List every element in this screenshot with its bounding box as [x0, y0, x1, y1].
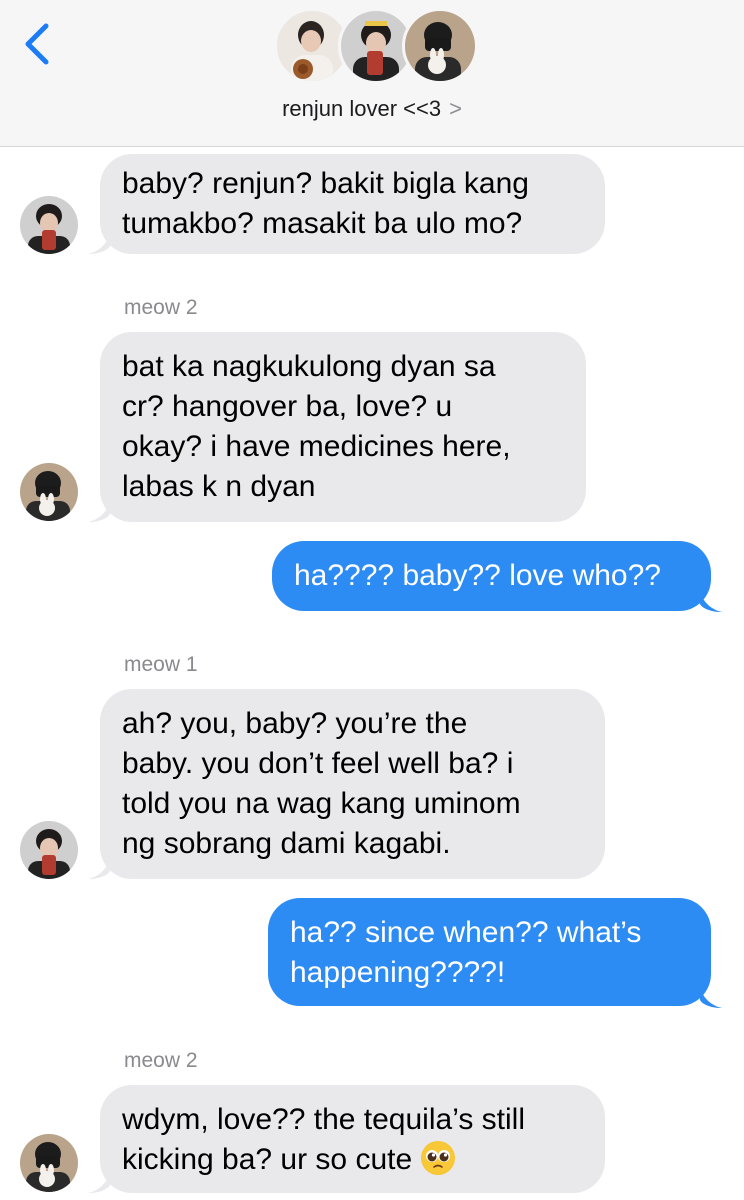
group-avatars[interactable]	[274, 8, 478, 88]
message-line: told you na wag kang uminom	[122, 787, 521, 820]
outgoing-message-bubble[interactable]: ha???? baby?? love who??	[272, 541, 711, 611]
conversation-title[interactable]: renjun lover <<3 >	[0, 96, 744, 122]
incoming-message-bubble[interactable]: baby? renjun? bakit bigla kang tumakbo? …	[100, 154, 605, 254]
message-line: ah? you, baby? you’re the	[122, 707, 468, 740]
sender-name: meow 2	[124, 1049, 198, 1072]
sender-avatar[interactable]	[20, 463, 78, 521]
message-line: wdym, love?? the tequila’s still	[122, 1103, 525, 1136]
incoming-message-bubble[interactable]: wdym, love?? the tequila’s still kicking…	[100, 1085, 605, 1193]
chevron-left-icon	[25, 23, 49, 65]
message-line: cr? hangover ba, love? u	[122, 390, 453, 423]
incoming-message-bubble[interactable]: ah? you, baby? you’re the baby. you don’…	[100, 689, 605, 879]
message-line: labas k n dyan	[122, 470, 316, 503]
conversation-name: renjun lover <<3	[282, 96, 442, 121]
bubble-tail	[700, 590, 722, 612]
sender-avatar[interactable]	[20, 196, 78, 254]
bubble-tail	[88, 500, 110, 522]
sender-avatar[interactable]	[20, 821, 78, 879]
message-line: ha???? baby?? love who??	[294, 559, 661, 592]
incoming-message-bubble[interactable]: bat ka nagkukulong dyan sa cr? hangover …	[100, 332, 586, 522]
message-line: okay? i have medicines here,	[122, 430, 511, 463]
bubble-tail	[700, 986, 722, 1008]
group-avatar-3	[402, 8, 478, 84]
bubble-tail	[88, 1171, 110, 1193]
message-line: baby? renjun? bakit bigla kang	[122, 167, 529, 200]
bubble-tail	[88, 232, 110, 254]
message-line: happening????!	[290, 956, 506, 989]
conversation-header: renjun lover <<3 >	[0, 0, 744, 147]
sender-avatar[interactable]	[20, 1134, 78, 1192]
message-line-with-emoji: kicking ba? ur so cute	[122, 1140, 583, 1180]
sender-name: meow 2	[124, 296, 198, 319]
message-line: baby. you don’t feel well ba? i	[122, 747, 514, 780]
bubble-tail	[88, 857, 110, 879]
message-line: bat ka nagkukulong dyan sa	[122, 350, 496, 383]
back-button[interactable]	[22, 22, 58, 66]
outgoing-message-bubble[interactable]: ha?? since when?? what’s happening????!	[268, 898, 711, 1006]
pleading-face-emoji	[420, 1141, 455, 1175]
chevron-right-icon: >	[449, 96, 462, 121]
message-line: kicking ba? ur so cute	[122, 1143, 413, 1176]
sender-name: meow 1	[124, 653, 198, 676]
message-line: ha?? since when?? what’s	[290, 916, 642, 949]
message-line: tumakbo? masakit ba ulo mo?	[122, 207, 523, 240]
message-line: ng sobrang dami kagabi.	[122, 827, 451, 860]
